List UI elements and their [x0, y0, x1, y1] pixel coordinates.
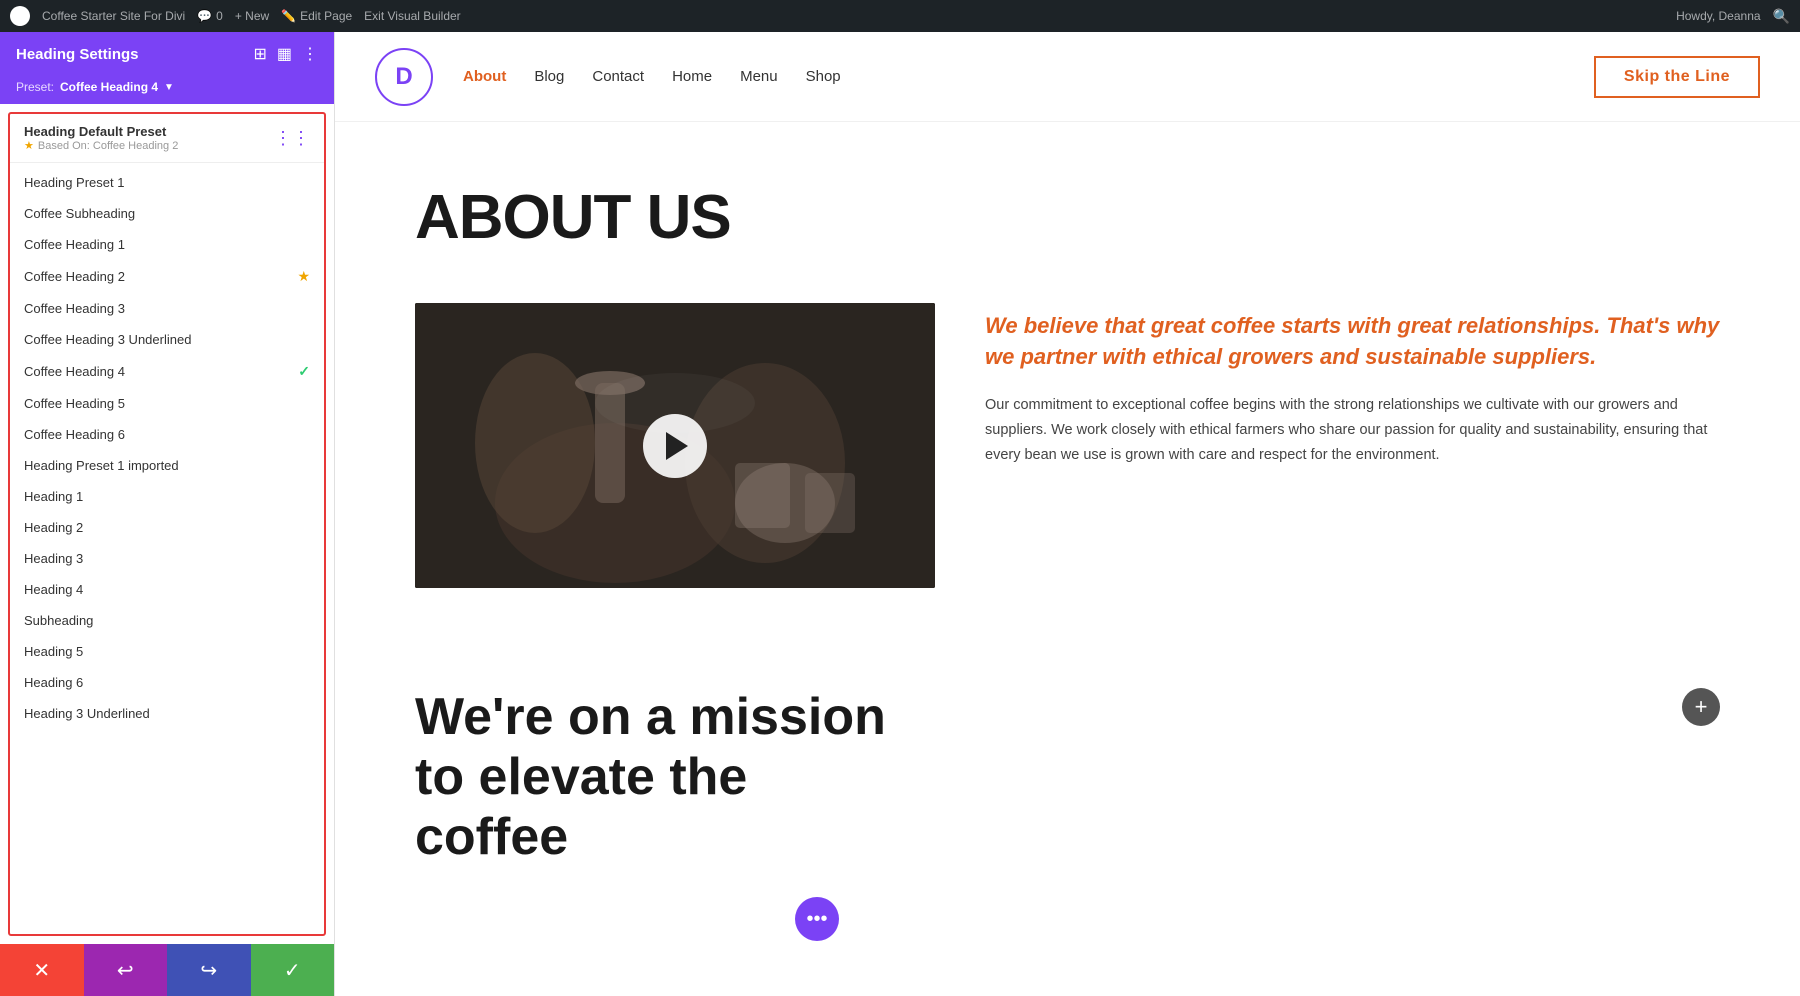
- preset-bar[interactable]: Preset: Coffee Heading 4 ▼: [0, 76, 334, 104]
- video-block[interactable]: [415, 303, 935, 588]
- nav-about[interactable]: About: [463, 68, 506, 85]
- mission-section: We're on a mission to elevate the coffee…: [335, 688, 1800, 911]
- nav-shop[interactable]: Shop: [806, 68, 841, 85]
- nav-contact[interactable]: Contact: [592, 68, 644, 85]
- panel-actions: ✕ ↩ ↪ ✓: [0, 944, 334, 996]
- site-header: D About Blog Contact Home Menu Shop Skip…: [335, 32, 1800, 122]
- content-quote: We believe that great coffee starts with…: [985, 311, 1720, 373]
- preset-item-coffee-heading-4[interactable]: Coffee Heading 4 ✓: [10, 355, 324, 388]
- site-nav: About Blog Contact Home Menu Shop: [463, 68, 1594, 85]
- panel-columns-icon[interactable]: ▦: [277, 44, 292, 64]
- svg-text:W: W: [17, 12, 25, 21]
- confirm-icon: ✓: [284, 958, 301, 983]
- default-preset-header: Heading Default Preset ★ Based On: Coffe…: [10, 114, 324, 158]
- undo-button[interactable]: ↩: [84, 944, 168, 996]
- preset-item-coffee-subheading[interactable]: Coffee Subheading: [10, 198, 324, 229]
- site-name-bar-item[interactable]: Coffee Starter Site For Divi: [42, 9, 185, 23]
- page-title: ABOUT US: [415, 182, 1720, 253]
- preset-item-heading-preset-1[interactable]: Heading Preset 1: [10, 167, 324, 198]
- comments-bar-item[interactable]: 💬 0: [197, 9, 223, 23]
- panel-header-icons: ⊞ ▦ ⋮: [253, 44, 318, 64]
- panel-more-icon[interactable]: ⋮: [302, 44, 318, 64]
- skip-the-line-button[interactable]: Skip the Line: [1594, 56, 1760, 98]
- favorite-star-icon: ★: [297, 268, 310, 285]
- nav-menu[interactable]: Menu: [740, 68, 778, 85]
- wp-logo-icon[interactable]: W: [10, 6, 30, 26]
- preset-name: Coffee Heading 4: [60, 80, 158, 94]
- cancel-button[interactable]: ✕: [0, 944, 84, 996]
- content-text-block: We believe that great coffee starts with…: [985, 303, 1720, 469]
- based-on-star-icon: ★: [24, 139, 34, 152]
- search-icon[interactable]: 🔍: [1773, 8, 1790, 25]
- add-section-button[interactable]: +: [1682, 688, 1720, 726]
- preset-item-heading-3[interactable]: Heading 3: [10, 543, 324, 574]
- redo-button[interactable]: ↪: [167, 944, 251, 996]
- preset-item-coffee-heading-5[interactable]: Coffee Heading 5: [10, 388, 324, 419]
- panel-title: Heading Settings: [16, 46, 139, 63]
- preset-item-heading-4[interactable]: Heading 4: [10, 574, 324, 605]
- preset-item-heading-2[interactable]: Heading 2: [10, 512, 324, 543]
- exit-builder-bar-item[interactable]: Exit Visual Builder: [364, 9, 461, 23]
- preset-item-coffee-heading-2[interactable]: Coffee Heading 2 ★: [10, 260, 324, 293]
- dropdown-divider-1: [10, 162, 324, 163]
- heading-settings-panel: Heading Settings ⊞ ▦ ⋮ Preset: Coffee He…: [0, 32, 335, 996]
- new-bar-item[interactable]: + New: [235, 9, 269, 23]
- panel-grid-icon[interactable]: ⊞: [253, 44, 266, 64]
- page-content-area: D About Blog Contact Home Menu Shop Skip…: [335, 32, 1800, 996]
- confirm-button[interactable]: ✓: [251, 944, 335, 996]
- active-check-icon: ✓: [298, 363, 310, 380]
- wp-admin-bar: W Coffee Starter Site For Divi 💬 0 + New…: [0, 0, 1800, 32]
- site-logo[interactable]: D: [375, 48, 433, 106]
- video-play-button[interactable]: [643, 414, 707, 478]
- preset-item-coffee-heading-3[interactable]: Coffee Heading 3: [10, 293, 324, 324]
- preset-item-subheading[interactable]: Subheading: [10, 605, 324, 636]
- preset-item-heading-3-underlined[interactable]: Heading 3 Underlined: [10, 698, 324, 729]
- panel-header: Heading Settings ⊞ ▦ ⋮: [0, 32, 334, 76]
- nav-home[interactable]: Home: [672, 68, 712, 85]
- preset-item-coffee-heading-3-underlined[interactable]: Coffee Heading 3 Underlined: [10, 324, 324, 355]
- based-on-label: ★ Based On: Coffee Heading 2: [24, 139, 178, 152]
- pencil-icon: ✏️: [281, 9, 296, 23]
- redo-icon: ↪: [200, 958, 217, 983]
- edit-page-bar-item[interactable]: ✏️ Edit Page: [281, 9, 352, 23]
- nav-blog[interactable]: Blog: [534, 68, 564, 85]
- about-content-section: We believe that great coffee starts with…: [415, 303, 1720, 588]
- page-main-content: ABOUT US: [335, 122, 1800, 688]
- logo-letter: D: [395, 63, 412, 91]
- preset-item-coffee-heading-6[interactable]: Coffee Heading 6: [10, 419, 324, 450]
- comment-bubble-icon: 💬: [197, 9, 212, 23]
- play-arrow-icon: [666, 432, 688, 460]
- preset-dropdown: Heading Default Preset ★ Based On: Coffe…: [8, 112, 326, 936]
- howdy-label: Howdy, Deanna: [1676, 9, 1761, 23]
- preset-label: Preset:: [16, 80, 54, 94]
- cancel-icon: ✕: [33, 958, 50, 983]
- preset-chevron-icon: ▼: [164, 82, 174, 93]
- preset-item-coffee-heading-1[interactable]: Coffee Heading 1: [10, 229, 324, 260]
- preset-item-heading-6[interactable]: Heading 6: [10, 667, 324, 698]
- section-options-button[interactable]: •••: [795, 897, 839, 941]
- preset-item-heading-1[interactable]: Heading 1: [10, 481, 324, 512]
- undo-icon: ↩: [117, 958, 134, 983]
- preset-item-heading-preset-1-imported[interactable]: Heading Preset 1 imported: [10, 450, 324, 481]
- main-layout: Heading Settings ⊞ ▦ ⋮ Preset: Coffee He…: [0, 32, 1800, 996]
- preset-item-heading-5[interactable]: Heading 5: [10, 636, 324, 667]
- default-preset-title: Heading Default Preset: [24, 124, 178, 139]
- default-preset-dots-icon[interactable]: ⋮⋮: [274, 128, 310, 149]
- mission-title: We're on a mission to elevate the coffee: [415, 688, 895, 867]
- content-body: Our commitment to exceptional coffee beg…: [985, 393, 1720, 469]
